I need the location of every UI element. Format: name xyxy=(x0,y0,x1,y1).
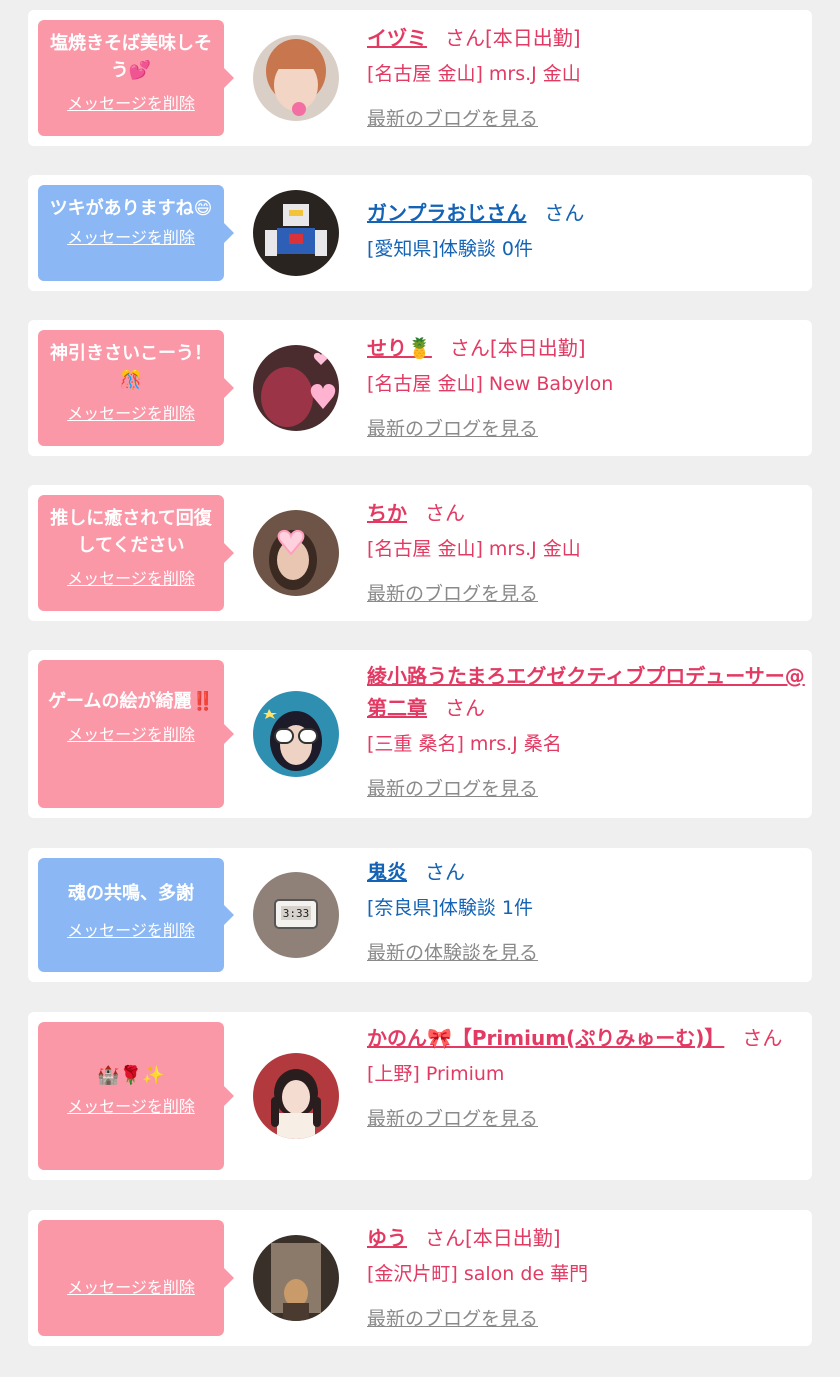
work-status: [本日出勤] xyxy=(485,26,581,50)
work-status: [本日出勤] xyxy=(465,1226,561,1250)
message-text: 塩焼きそば美味しそう💕 xyxy=(50,33,212,81)
user-info: せり🍍 さん[本日出勤] [名古屋 金山] New Babylon 最新のブログを… xyxy=(367,332,799,442)
latest-experience-link[interactable]: 最新の体験談を見る xyxy=(367,940,538,966)
user-info: かのん🎀【Primium(ぷりみゅーむ)】 さん [上野] Primium 最新の… xyxy=(367,1022,799,1132)
latest-blog-link[interactable]: 最新のブログを見る xyxy=(367,776,538,802)
honorific: さん xyxy=(544,201,585,225)
user-info: ちか さん [名古屋 金山] mrs.J 金山 最新のブログを見る xyxy=(367,497,799,607)
user-avatar[interactable] xyxy=(253,691,339,777)
user-avatar[interactable] xyxy=(253,35,339,121)
message-bubble: メッセージを削除 xyxy=(38,1220,234,1336)
message-bubble: 魂の共鳴、多謝 メッセージを削除 xyxy=(38,858,234,972)
honorific: さん xyxy=(445,696,485,720)
latest-blog-link[interactable]: 最新のブログを見る xyxy=(367,416,538,442)
message-card: ツキがありますね😄 メッセージを削除 ガンプラおじさん さん [愛知県]体験談 0… xyxy=(28,175,812,291)
honorific: さん xyxy=(742,1026,783,1050)
heart-sticker-avatar-icon xyxy=(253,510,339,596)
message-bubble: 🏰🌹✨ メッセージを削除 xyxy=(38,1022,234,1170)
message-bubble: 塩焼きそば美味しそう💕 メッセージを削除 xyxy=(38,20,234,136)
honorific: さん xyxy=(449,336,490,360)
user-avatar[interactable]: 3:33 xyxy=(253,872,339,958)
delete-message-link[interactable]: メッセージを削除 xyxy=(67,224,195,248)
shop-info: [奈良県]体験談 1件 xyxy=(367,897,533,919)
user-name-link[interactable]: かのん🎀【Primium(ぷりみゅーむ)】 xyxy=(367,1026,724,1050)
user-avatar[interactable] xyxy=(253,1235,339,1321)
message-bubble: ツキがありますね😄 メッセージを削除 xyxy=(38,185,234,281)
user-info: 綾小路うたまろエグゼクティブプロデューサー@第二章 さん [三重 桑名] mrs.… xyxy=(367,660,805,802)
woman-selfie-avatar-icon xyxy=(253,35,339,121)
user-name-link[interactable]: イヅミ xyxy=(367,26,427,50)
latest-blog-link[interactable]: 最新のブログを見る xyxy=(367,1306,538,1332)
message-bubble: 推しに癒されて回復してください メッセージを削除 xyxy=(38,495,234,611)
message-list: 塩焼きそば美味しそう💕 メッセージを削除 イヅミ さん[本日出勤] [名古屋 金山… xyxy=(0,0,840,1377)
message-card: 塩焼きそば美味しそう💕 メッセージを削除 イヅミ さん[本日出勤] [名古屋 金山… xyxy=(28,10,812,146)
message-text: 魂の共鳴、多謝 xyxy=(68,883,194,904)
user-avatar[interactable] xyxy=(253,1053,339,1139)
message-text: ゲームの絵が綺麗‼️ xyxy=(48,691,214,712)
honorific: さん xyxy=(425,501,465,525)
robot-model-avatar-icon xyxy=(253,190,339,276)
message-card: ゲームの絵が綺麗‼️ メッセージを削除 綾小路うたまろエグゼクティブプロデューサ… xyxy=(28,650,812,818)
delete-message-link[interactable]: メッセージを削除 xyxy=(67,917,195,941)
message-text: 推しに癒されて回復してください xyxy=(50,508,212,556)
user-name-link[interactable]: 綾小路うたまろエグゼクティブプロデューサー@第二章 xyxy=(367,664,805,720)
user-name-link[interactable]: ガンプラおじさん xyxy=(367,201,526,225)
delete-message-link[interactable]: メッセージを削除 xyxy=(67,1093,195,1117)
message-card: 魂の共鳴、多謝 メッセージを削除 3:33 鬼炎 さん [奈良県]体験談 1件 最… xyxy=(28,848,812,982)
delete-message-link[interactable]: メッセージを削除 xyxy=(67,1274,195,1298)
sunglasses-avatar-icon xyxy=(253,691,339,777)
clock-photo-avatar-icon: 3:33 xyxy=(253,872,339,958)
user-info: 鬼炎 さん [奈良県]体験談 1件 最新の体験談を見る xyxy=(367,856,799,966)
message-bubble: 神引きさいこーう！🎊 メッセージを削除 xyxy=(38,330,234,446)
delete-message-link[interactable]: メッセージを削除 xyxy=(67,400,195,424)
user-name-link[interactable]: せり🍍 xyxy=(367,336,432,360)
latest-blog-link[interactable]: 最新のブログを見る xyxy=(367,581,538,607)
user-name-link[interactable]: 鬼炎 xyxy=(367,860,407,884)
shop-info: [上野] Primium xyxy=(367,1063,505,1085)
user-avatar[interactable] xyxy=(253,190,339,276)
user-avatar[interactable] xyxy=(253,510,339,596)
shop-info: [名古屋 金山] mrs.J 金山 xyxy=(367,538,581,560)
latest-blog-link[interactable]: 最新のブログを見る xyxy=(367,106,538,132)
shop-info: [名古屋 金山] New Babylon xyxy=(367,373,614,395)
message-card: 推しに癒されて回復してください メッセージを削除 ちか さん [名古屋 金山] m… xyxy=(28,485,812,621)
user-avatar[interactable] xyxy=(253,345,339,431)
delete-message-link[interactable]: メッセージを削除 xyxy=(67,721,195,745)
latest-blog-link[interactable]: 最新のブログを見る xyxy=(367,1106,538,1132)
message-bubble: ゲームの絵が綺麗‼️ メッセージを削除 xyxy=(38,660,234,808)
svg-text:3:33: 3:33 xyxy=(283,907,310,920)
message-card: 神引きさいこーう！🎊 メッセージを削除 せり🍍 さん[本日出勤] [名古屋 金山]… xyxy=(28,320,812,456)
user-info: ゆう さん[本日出勤] [金沢片町] salon de 華門 最新のブログを見る xyxy=(367,1222,799,1332)
honorific: さん xyxy=(445,26,485,50)
message-text: 🏰🌹✨ xyxy=(97,1065,165,1086)
message-text: ツキがありますね😄 xyxy=(49,198,213,219)
shop-info: [名古屋 金山] mrs.J 金山 xyxy=(367,63,581,85)
mirror-selfie-avatar-icon xyxy=(253,1235,339,1321)
girl-portrait-avatar-icon xyxy=(253,1053,339,1139)
heart-sticker-avatar-icon xyxy=(253,345,339,431)
message-text: 神引きさいこーう！🎊 xyxy=(50,343,212,391)
user-info: イヅミ さん[本日出勤] [名古屋 金山] mrs.J 金山 最新のブログを見る xyxy=(367,22,799,132)
user-info: ガンプラおじさん さん [愛知県]体験談 0件 xyxy=(367,197,799,263)
shop-info: [金沢片町] salon de 華門 xyxy=(367,1263,589,1285)
shop-info: [三重 桑名] mrs.J 桑名 xyxy=(367,733,562,755)
delete-message-link[interactable]: メッセージを削除 xyxy=(67,90,195,114)
delete-message-link[interactable]: メッセージを削除 xyxy=(67,565,195,589)
message-card: 🏰🌹✨ メッセージを削除 かのん🎀【Primium(ぷりみゅーむ)】 さん [上野… xyxy=(28,1012,812,1180)
honorific: さん xyxy=(425,860,465,884)
message-card: メッセージを削除 ゆう さん[本日出勤] [金沢片町] salon de 華門 最… xyxy=(28,1210,812,1346)
user-name-link[interactable]: ゆう xyxy=(367,1226,407,1250)
honorific: さん xyxy=(425,1226,465,1250)
work-status: [本日出勤] xyxy=(489,336,586,360)
user-name-link[interactable]: ちか xyxy=(367,501,407,525)
shop-info: [愛知県]体験談 0件 xyxy=(367,238,533,260)
